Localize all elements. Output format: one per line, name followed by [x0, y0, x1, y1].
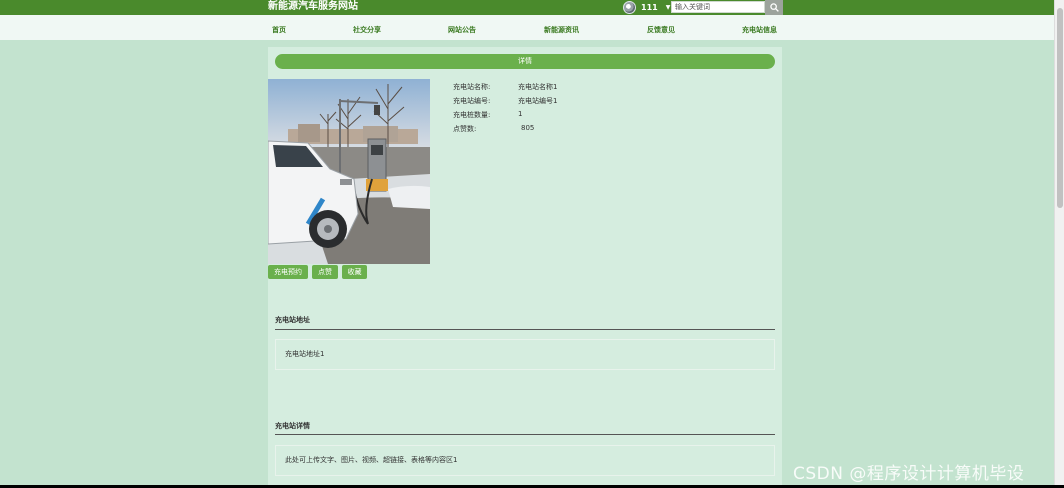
like-button[interactable]: 点赞: [312, 265, 338, 279]
reserve-charging-button[interactable]: 充电预约: [268, 265, 308, 279]
details-content: 此处可上传文字、图片、视频、超链接、表格等内容区1: [275, 445, 775, 476]
search-button[interactable]: [765, 0, 783, 15]
nav-item-news[interactable]: 新能源资讯: [544, 25, 579, 35]
nav-item-feedback[interactable]: 反馈意见: [647, 25, 675, 35]
nav-item-social-share[interactable]: 社交分享: [353, 25, 381, 35]
pile-count-label: 充电桩数量:: [453, 111, 491, 119]
username[interactable]: 111: [641, 3, 658, 12]
address-section-title: 充电站地址: [275, 316, 310, 324]
caret-down-icon[interactable]: ▼: [666, 4, 671, 11]
search-input[interactable]: [671, 1, 765, 13]
nav-item-home[interactable]: 首页: [272, 25, 286, 35]
station-number-label: 充电站编号:: [453, 97, 491, 105]
avatar[interactable]: [623, 1, 636, 14]
top-header: 新能源汽车服务网站 111 ▼: [0, 0, 1054, 15]
station-number-value: 充电站编号1: [518, 97, 558, 105]
main-nav: 首页 社交分享 网站公告 新能源资讯 反馈意见 充电站信息: [0, 15, 1054, 40]
charging-station-image: [268, 79, 430, 264]
address-content: 充电站地址1: [275, 339, 775, 370]
nav-item-announcements[interactable]: 网站公告: [448, 25, 476, 35]
site-title[interactable]: 新能源汽车服务网站: [268, 1, 358, 13]
detail-section-header: 详情: [275, 54, 775, 69]
page-scrollbar[interactable]: [1054, 0, 1064, 488]
like-count-value: 805: [521, 124, 535, 132]
scrollbar-thumb[interactable]: [1057, 8, 1063, 208]
station-photo: [268, 79, 430, 264]
station-name-value: 充电站名称1: [518, 83, 558, 91]
favorite-button[interactable]: 收藏: [342, 265, 367, 279]
nav-item-charging-stations[interactable]: 充电站信息: [742, 25, 777, 35]
station-name-label: 充电站名称:: [453, 83, 491, 91]
search-icon: [769, 3, 779, 12]
watermark: CSDN @程序设计计算机毕设: [793, 464, 1025, 484]
user-menu[interactable]: 111 ▼: [623, 0, 670, 15]
details-divider: [275, 434, 775, 435]
like-count-label: 点赞数:: [453, 125, 477, 133]
address-divider: [275, 329, 775, 330]
pile-count-value: 1: [518, 110, 523, 118]
details-section-title: 充电站详情: [275, 422, 310, 430]
